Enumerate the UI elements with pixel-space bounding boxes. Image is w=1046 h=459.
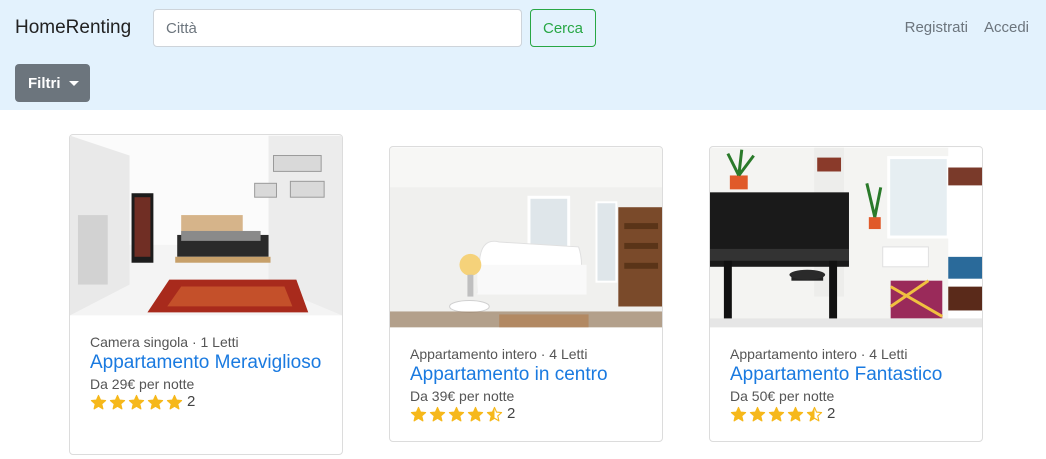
listing-type: Appartamento intero · 4 Letti: [730, 346, 908, 362]
filters-label: Filtri: [28, 74, 61, 92]
star-full-icon: [749, 406, 766, 421]
search-input[interactable]: [153, 9, 522, 47]
star-half-icon: [486, 406, 503, 421]
star-half-icon: [806, 406, 823, 421]
listing-card: Appartamento intero · 4 Letti Appartamen…: [389, 146, 663, 442]
star-rating: 2: [730, 405, 962, 423]
listing-title-link[interactable]: Appartamento in centro: [410, 363, 642, 387]
caret-down-icon: [68, 80, 79, 86]
star-full-icon: [410, 406, 427, 421]
star-full-icon: [128, 394, 145, 409]
listing-type: Appartamento intero · 4 Letti: [410, 346, 588, 362]
star-full-icon: [109, 394, 126, 409]
filters-dropdown-button[interactable]: Filtri: [15, 64, 90, 102]
star-full-icon: [166, 394, 183, 409]
login-link[interactable]: Accedi: [984, 18, 1029, 38]
listing-price: Da 50€ per notte: [730, 388, 835, 404]
listing-card: Appartamento intero · 4 Letti Appartamen…: [709, 146, 983, 442]
star-full-icon: [787, 406, 804, 421]
listing-price: Da 39€ per notte: [410, 388, 515, 404]
star-full-icon: [730, 406, 747, 421]
piano-room-photo[interactable]: [710, 147, 982, 328]
star-full-icon: [147, 394, 164, 409]
bedroom-photo[interactable]: [390, 147, 662, 328]
auth-links: Registrati Accedi: [905, 18, 1029, 38]
listing-title-link[interactable]: Appartamento Meraviglioso: [90, 351, 322, 375]
listing-title-link[interactable]: Appartamento Fantastico: [730, 363, 962, 387]
review-count: 2: [827, 405, 836, 422]
navbar: HomeRenting Cerca Registrati Accedi Filt…: [0, 0, 1046, 110]
listing-card: Camera singola · 1 Letti Appartamento Me…: [69, 134, 343, 455]
register-link[interactable]: Registrati: [905, 18, 968, 38]
star-full-icon: [90, 394, 107, 409]
search-button[interactable]: Cerca: [530, 9, 596, 47]
listing-price: Da 29€ per notte: [90, 376, 195, 392]
review-count: 2: [507, 405, 516, 422]
star-full-icon: [768, 406, 785, 421]
listing-type: Camera singola · 1 Letti: [90, 334, 239, 350]
star-rating: 2: [90, 393, 322, 411]
star-full-icon: [429, 406, 446, 421]
bedroom-photo[interactable]: [70, 135, 342, 316]
review-count: 2: [187, 393, 196, 410]
star-rating: 2: [410, 405, 642, 423]
star-full-icon: [448, 406, 465, 421]
brand-logo[interactable]: HomeRenting: [15, 16, 131, 40]
star-full-icon: [467, 406, 484, 421]
